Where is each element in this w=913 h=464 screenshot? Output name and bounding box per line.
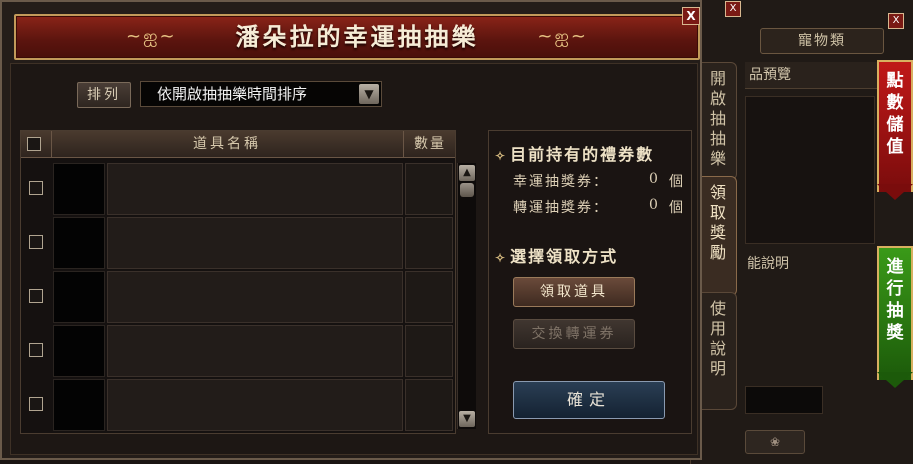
table-row[interactable] [21, 215, 453, 269]
background-close-icon-2[interactable]: X [888, 13, 904, 29]
tab-open-draw[interactable]: 開啟抽抽樂 [700, 62, 737, 180]
item-icon-slot [53, 379, 105, 431]
scroll-up-icon[interactable]: ▲ [459, 165, 475, 181]
lucky-ticket-label: 幸運抽獎券： [513, 174, 609, 190]
claim-method-title-text: 選擇領取方式 [510, 247, 619, 266]
draw-banner-tail [877, 372, 913, 388]
row-checkbox[interactable] [29, 235, 43, 249]
coupon-title-text: 目前持有的禮券數 [510, 145, 655, 164]
item-icon-slot [53, 217, 105, 269]
tab-claim-reward[interactable]: 領取獎勵 [700, 176, 737, 296]
reward-panel: ✧ 目前持有的禮券數 幸運抽獎券： 0 個 轉運抽獎券： 0 個 ✧ 選擇領取方式 … [488, 130, 692, 434]
item-preview-label: 品預覽 [745, 62, 879, 89]
scrollbar[interactable]: ▲ ▼ [457, 163, 476, 429]
background-input[interactable] [745, 386, 823, 414]
background-close-icon[interactable]: X [725, 1, 741, 17]
transfer-ticket-count: 0 [649, 197, 660, 213]
sort-button[interactable]: 排列 [77, 82, 131, 108]
points-banner-tail [877, 184, 913, 200]
sort-selected-value: 依開啟抽抽樂時間排序 [157, 85, 308, 103]
tab-pets[interactable]: 寵物類 [760, 28, 884, 54]
draw-banner[interactable]: 進行抽獎 [877, 246, 913, 380]
table-row[interactable] [21, 377, 453, 431]
item-icon-slot [53, 271, 105, 323]
table-row[interactable] [21, 323, 453, 377]
exchange-ticket-button[interactable]: 交換轉運券 [513, 319, 635, 349]
scroll-down-icon[interactable]: ▼ [459, 411, 475, 427]
transfer-ticket-label: 轉運抽獎券： [513, 200, 609, 216]
table-row[interactable] [21, 269, 453, 323]
sort-dropdown[interactable]: 依開啟抽抽樂時間排序 ▼ [140, 81, 382, 107]
item-name-cell [107, 325, 403, 377]
transfer-ticket-row: 轉運抽獎券： 0 個 [513, 197, 683, 219]
confirm-button[interactable]: 確定 [513, 381, 665, 419]
lucky-ticket-count: 0 [649, 171, 660, 187]
item-qty-cell [405, 163, 453, 215]
item-preview-box [745, 96, 875, 244]
item-qty-cell [405, 325, 453, 377]
item-qty-cell [405, 217, 453, 269]
title-ornament-right-icon: ~ஐ~ [537, 26, 588, 47]
row-checkbox[interactable] [29, 289, 43, 303]
scroll-thumb[interactable] [460, 183, 474, 197]
title-bar: ~ஐ~ 潘朵拉的幸運抽抽樂 ~ஐ~ [14, 14, 700, 60]
item-name-cell [107, 379, 403, 431]
claim-method-title: ✧ 選擇領取方式 [495, 243, 618, 267]
column-header-quantity: 數量 [403, 131, 456, 157]
column-header-item-name: 道具名稱 [51, 131, 402, 157]
tab-claim-reward-label: 領取獎勵 [709, 183, 726, 262]
table-row[interactable] [21, 161, 453, 215]
item-name-cell [107, 271, 403, 323]
select-all-checkbox[interactable] [27, 137, 41, 151]
item-name-cell [107, 163, 403, 215]
claim-item-button[interactable]: 領取道具 [513, 277, 635, 307]
item-qty-cell [405, 271, 453, 323]
tab-instructions[interactable]: 使用說明 [700, 292, 737, 410]
item-qty-cell [405, 379, 453, 431]
points-topup-label: 點數儲值 [886, 71, 904, 157]
lucky-ticket-row: 幸運抽獎券： 0 個 [513, 171, 683, 193]
function-description-label: 能說明 [747, 256, 789, 272]
tab-open-draw-label: 開啟抽抽樂 [709, 69, 726, 168]
window-title: 潘朵拉的幸運抽抽樂 [235, 22, 479, 51]
row-checkbox[interactable] [29, 181, 43, 195]
dropdown-arrow-icon[interactable]: ▼ [359, 84, 379, 104]
diamond-icon: ✧ [495, 149, 508, 163]
lucky-ticket-unit: 個 [669, 174, 685, 190]
diamond-icon: ✧ [495, 251, 508, 265]
close-icon[interactable]: X [682, 7, 700, 25]
item-name-cell [107, 217, 403, 269]
row-checkbox[interactable] [29, 397, 43, 411]
table-header: 道具名稱 數量 [21, 131, 455, 158]
item-icon-slot [53, 163, 105, 215]
item-table: 道具名稱 數量 ▲ ▼ [20, 130, 476, 434]
points-topup-banner[interactable]: 點數儲值 [877, 60, 913, 192]
draw-banner-label: 進行抽獎 [886, 257, 904, 343]
transfer-ticket-unit: 個 [669, 200, 685, 216]
item-icon-slot [53, 325, 105, 377]
background-bottom-button[interactable]: ❀ [745, 430, 805, 454]
coupon-section-title: ✧ 目前持有的禮券數 [495, 141, 654, 165]
tab-instructions-label: 使用說明 [709, 299, 726, 378]
row-checkbox[interactable] [29, 343, 43, 357]
